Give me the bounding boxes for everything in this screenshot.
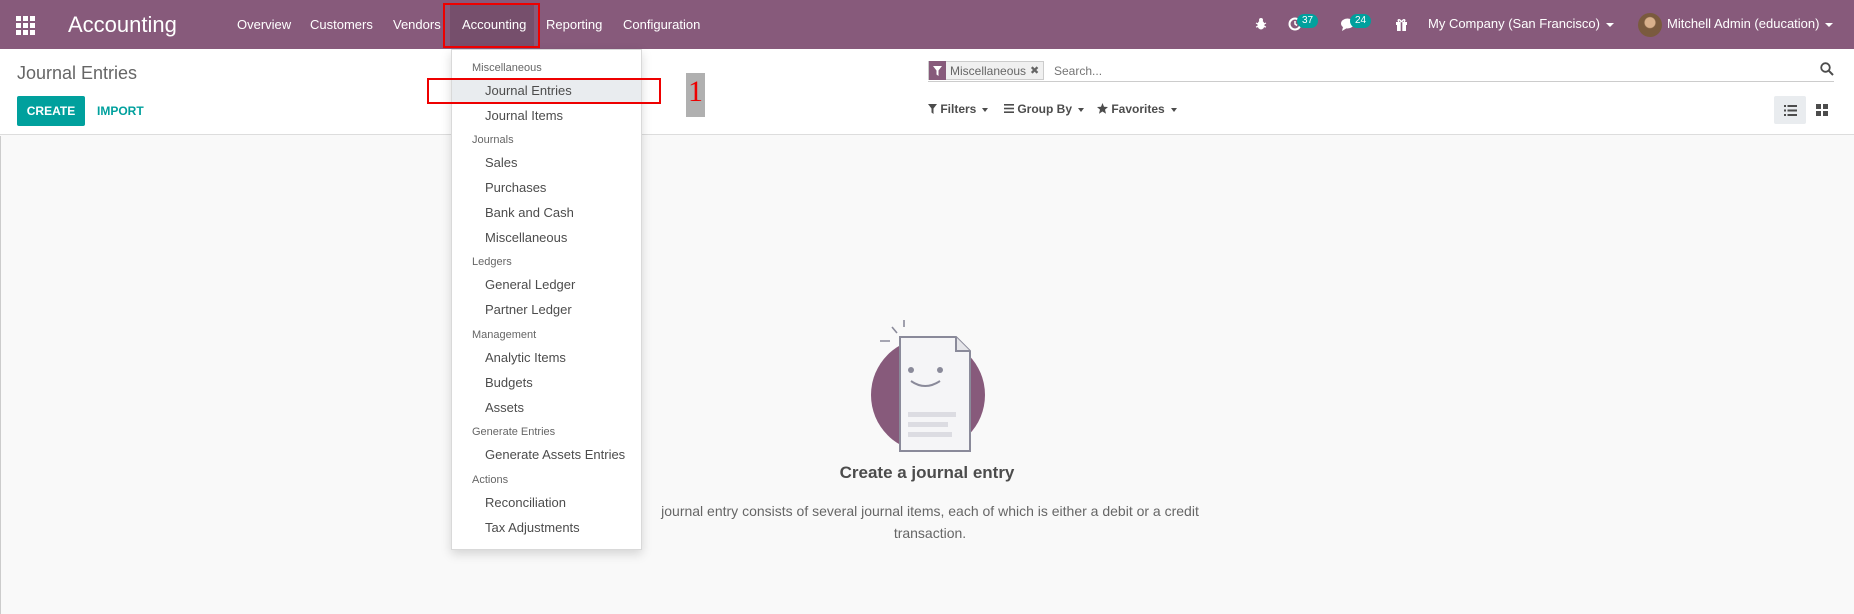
dropdown-item-bank-and-cash[interactable]: Bank and Cash: [452, 202, 641, 224]
dropdown-item-assets[interactable]: Assets: [452, 397, 641, 419]
dropdown-item-miscellaneous[interactable]: Miscellaneous: [452, 227, 641, 249]
dropdown-item-general-ledger[interactable]: General Ledger: [452, 274, 641, 296]
dropdown-item-generate-assets-entries[interactable]: Generate Assets Entries: [452, 444, 641, 466]
messages-badge: 24: [1350, 14, 1372, 28]
company-name: My Company (San Francisco): [1428, 16, 1600, 31]
dropdown-section-header: Ledgers: [472, 256, 512, 268]
groupby-label: Group By: [1017, 102, 1073, 116]
top-navbar: Accounting Overview Customers Vendors Ac…: [0, 0, 1854, 49]
menu-overview[interactable]: Overview: [237, 17, 291, 32]
star-icon: [1097, 103, 1108, 114]
dropdown-item-sales[interactable]: Sales: [452, 152, 641, 174]
menu-configuration[interactable]: Configuration: [623, 17, 700, 32]
chevron-down-icon: [1078, 107, 1085, 112]
create-button[interactable]: CREATE: [17, 96, 85, 126]
menu-vendors[interactable]: Vendors: [393, 17, 441, 32]
facet-label: Miscellaneous: [950, 63, 1027, 78]
chevron-down-icon: [1170, 107, 1177, 112]
user-name: Mitchell Admin (education): [1667, 16, 1820, 31]
menu-reporting[interactable]: Reporting: [546, 17, 602, 32]
gift-icon[interactable]: [1395, 17, 1408, 34]
filters-label: Filters: [940, 102, 977, 116]
step-number-marker: 1: [686, 73, 705, 117]
dropdown-item-reconciliation[interactable]: Reconciliation: [452, 492, 641, 514]
chevron-down-icon: [1605, 22, 1614, 27]
list-view-icon: [1783, 104, 1797, 116]
empty-state-text: journal entry consists of several journa…: [661, 503, 1199, 541]
chevron-down-icon: [982, 107, 989, 112]
search-bar: Miscellaneous ✖: [928, 60, 1834, 82]
chevron-down-icon: [1825, 22, 1834, 27]
breadcrumb: Journal Entries: [17, 63, 138, 83]
filter-icon: [928, 104, 937, 114]
avatar[interactable]: [1638, 13, 1662, 37]
dropdown-item-purchases[interactable]: Purchases: [452, 177, 641, 199]
highlight-accounting-menu: [443, 3, 540, 48]
highlight-journal-entries: [427, 78, 661, 104]
list-icon: [1004, 104, 1014, 113]
groupby-dropdown[interactable]: Group By: [1004, 102, 1085, 116]
close-icon[interactable]: ✖: [1030, 64, 1043, 77]
dropdown-section-header: Management: [472, 329, 537, 341]
user-menu[interactable]: Mitchell Admin (education): [1667, 16, 1834, 31]
empty-document-illustration: [868, 315, 988, 458]
filters-dropdown[interactable]: Filters: [928, 102, 989, 116]
bug-icon[interactable]: [1255, 17, 1267, 34]
list-view-button[interactable]: [1774, 96, 1806, 124]
company-switcher[interactable]: My Company (San Francisco): [1428, 16, 1614, 31]
dropdown-section-header: Actions: [472, 474, 509, 486]
search-facet: Miscellaneous ✖: [928, 61, 1045, 80]
dropdown-section-header: Generate Entries: [472, 426, 556, 438]
favorites-dropdown[interactable]: Favorites: [1097, 102, 1177, 116]
kanban-view-icon: [1816, 104, 1828, 116]
dropdown-item-budgets[interactable]: Budgets: [452, 372, 641, 394]
empty-state-title: Create a journal entry: [839, 463, 1015, 482]
dropdown-section-header: Journals: [472, 134, 514, 146]
search-input[interactable]: [1054, 61, 1754, 80]
dropdown-item-analytic-items[interactable]: Analytic Items: [452, 347, 641, 369]
dropdown-item-partner-ledger[interactable]: Partner Ledger: [452, 299, 641, 321]
accounting-dropdown-menu: Miscellaneous Journal Entries Journal It…: [451, 49, 642, 550]
dropdown-item-tax-adjustments[interactable]: Tax Adjustments: [452, 517, 641, 539]
menu-customers[interactable]: Customers: [310, 17, 373, 32]
filter-icon: [929, 61, 946, 80]
dropdown-section-header: Miscellaneous: [472, 62, 542, 74]
apps-grid-icon[interactable]: [16, 16, 36, 35]
control-panel: Journal Entries CREATE IMPORT Miscellane…: [0, 49, 1854, 135]
kanban-view-button[interactable]: [1806, 96, 1838, 124]
activity-badge: 37: [1297, 14, 1319, 28]
favorites-label: Favorites: [1111, 102, 1165, 116]
dropdown-item-journal-items[interactable]: Journal Items: [452, 105, 641, 127]
search-icon[interactable]: [1820, 62, 1834, 79]
import-button[interactable]: IMPORT: [97, 96, 144, 126]
app-title[interactable]: Accounting: [68, 12, 177, 38]
